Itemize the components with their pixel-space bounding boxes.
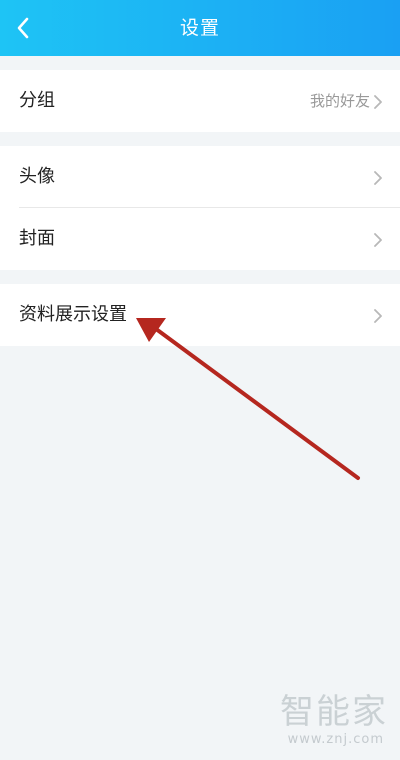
top-app-bar: 设置	[0, 0, 400, 56]
row-label: 资料展示设置	[19, 304, 127, 325]
row-group[interactable]: 分组 我的好友	[0, 70, 400, 132]
chevron-right-icon	[374, 95, 382, 109]
row-label: 头像	[19, 166, 55, 187]
settings-group-3: 资料展示设置	[0, 284, 400, 346]
page-title: 设置	[179, 17, 220, 39]
chevron-right-icon	[374, 233, 382, 247]
chevron-right-icon	[374, 171, 382, 185]
chevron-right-icon	[374, 309, 382, 323]
watermark-url: www.znj.com	[287, 732, 384, 747]
settings-group-1: 分组 我的好友	[0, 70, 400, 132]
row-label: 分组	[19, 90, 55, 111]
row-avatar[interactable]: 头像	[0, 146, 400, 208]
row-value: 我的好友	[309, 92, 370, 110]
row-label: 封面	[19, 228, 55, 249]
row-cover[interactable]: 封面	[0, 208, 400, 270]
watermark-logo: 智能家	[280, 692, 388, 732]
settings-group-2: 头像 封面	[0, 146, 400, 270]
row-profile-display-settings[interactable]: 资料展示设置	[0, 284, 400, 346]
